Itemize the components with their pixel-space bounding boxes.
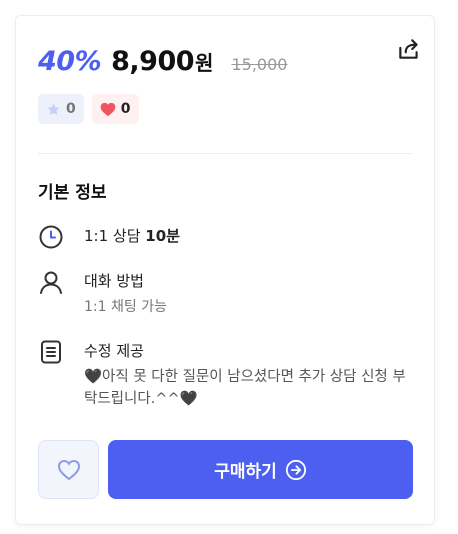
like-badge: 0 [91,94,139,124]
heart-outline-icon [57,459,80,480]
like-count: 0 [120,101,131,117]
revision-detail: 🖤아직 못 다한 질문이 남으셨다면 추가 상담 신청 부탁드립니다.^^🖤 [84,369,406,407]
sale-price: 8,900 [111,46,195,77]
rating-badge: 0 [38,94,84,124]
favorite-button[interactable] [38,440,99,499]
consult-duration: 10분 [145,227,180,245]
clock-icon [39,225,63,249]
price-row: 40% 8,900 원 15,000 [38,46,287,77]
method-title: 대화 방법 [84,272,144,290]
star-icon [47,102,60,115]
stats-badges: 0 0 [38,94,139,124]
rating-count: 0 [66,101,76,117]
heart-icon [100,102,116,116]
buy-label: 구매하기 [214,462,277,482]
user-icon [40,271,62,294]
section-title: 기본 정보 [38,183,107,203]
discount-rate: 40% [38,46,102,77]
consult-prefix: 1:1 상담 [84,227,146,245]
product-purchase-card: 40% 8,900 원 15,000 0 0 기본 정보 1:1 상담 10분 [15,15,435,525]
divider [38,153,412,154]
currency-unit: 원 [195,51,214,75]
info-revision: 수정 제공 🖤아직 못 다한 질문이 남으셨다면 추가 상담 신청 부탁드립니다… [38,340,414,410]
original-price: 15,000 [231,55,288,74]
revision-title: 수정 제공 [84,342,144,360]
arrow-circle-right-icon [285,459,306,480]
info-consult: 1:1 상담 10분 [38,225,180,250]
document-icon [41,340,61,364]
info-method: 대화 방법 1:1 채팅 가능 [38,271,167,317]
share-icon[interactable] [396,36,422,62]
buy-button[interactable]: 구매하기 [108,440,413,499]
consult-text: 1:1 상담 10분 [84,226,180,246]
method-detail: 1:1 채팅 가능 [84,299,167,315]
